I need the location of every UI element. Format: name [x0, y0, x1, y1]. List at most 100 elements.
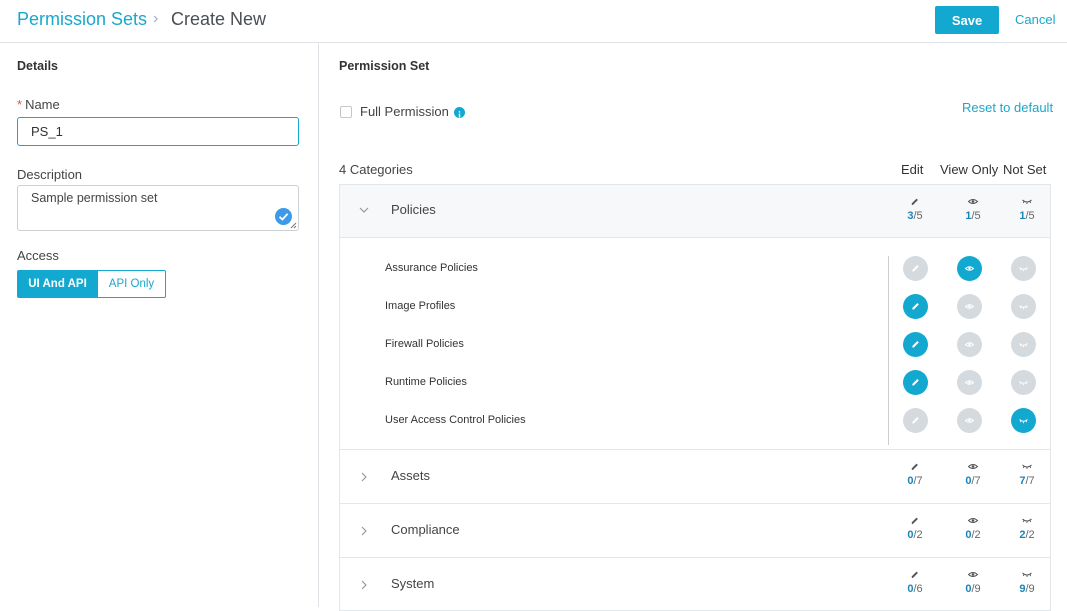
full-permission-checkbox[interactable] — [340, 106, 352, 118]
closed-eye-icon — [1019, 381, 1028, 386]
name-label-text: Name — [25, 97, 60, 112]
closed-eye-icon — [1019, 305, 1028, 310]
edit-toggle-firewall-policies[interactable] — [903, 332, 928, 357]
pencil-icon — [912, 379, 919, 386]
reset-to-default-link[interactable]: Reset to default — [962, 100, 1053, 115]
closed-eye-icon — [1022, 464, 1032, 469]
notset-toggle-user-access-control-policies[interactable] — [1011, 408, 1036, 433]
category-name: Compliance — [391, 522, 460, 537]
eye-icon — [964, 342, 975, 347]
chevron-right-icon — [361, 472, 367, 482]
item-runtime-policies: Runtime Policies — [385, 376, 467, 388]
edit-count: 0/6 — [895, 570, 935, 597]
category-name: Policies — [391, 202, 436, 217]
category-assets-row[interactable]: Assets 0/7 0/7 7/7 — [340, 450, 1050, 504]
eye-icon — [964, 380, 975, 385]
details-panel: Details *Name Description Sample permiss… — [0, 43, 319, 607]
edit-toggle-image-profiles[interactable] — [903, 294, 928, 319]
closed-eye-icon — [1022, 199, 1032, 204]
access-ui-and-api-button[interactable]: UI And API — [17, 270, 98, 298]
item-user-access-control-policies: User Access Control Policies — [385, 414, 526, 426]
view-count: 0/2 — [953, 516, 993, 543]
name-label: * Name — [17, 97, 60, 112]
access-label: Access — [17, 248, 59, 263]
column-view-only: View Only — [940, 162, 999, 177]
description-textarea[interactable]: Sample permission set — [17, 185, 299, 231]
category-name: System — [391, 576, 435, 591]
edit-toggle-user-access-control-policies[interactable] — [903, 408, 928, 433]
divider — [888, 256, 889, 445]
pencil-icon — [911, 198, 918, 205]
categories-list: Policies 3/5 1/5 1/5 Assurance Policies … — [339, 184, 1051, 611]
view-toggle-firewall-policies[interactable] — [957, 332, 982, 357]
chevron-right-icon — [361, 580, 367, 590]
edit-count: 0/7 — [895, 462, 935, 489]
item-firewall-policies: Firewall Policies — [385, 338, 464, 350]
view-toggle-image-profiles[interactable] — [957, 294, 982, 319]
category-policies-header[interactable]: Policies 3/5 1/5 1/5 — [340, 185, 1050, 238]
notset-count: 1/5 — [1007, 197, 1047, 224]
closed-eye-icon — [1022, 518, 1032, 523]
notset-count: 2/2 — [1007, 516, 1047, 543]
name-input[interactable] — [17, 117, 299, 146]
view-count: 0/7 — [953, 462, 993, 489]
view-toggle-runtime-policies[interactable] — [957, 370, 982, 395]
required-asterisk: * — [17, 97, 23, 112]
eye-icon — [967, 199, 979, 204]
pencil-icon — [912, 341, 919, 348]
notset-toggle-image-profiles[interactable] — [1011, 294, 1036, 319]
eye-icon — [967, 518, 979, 523]
view-toggle-assurance-policies[interactable] — [957, 256, 982, 281]
edit-toggle-runtime-policies[interactable] — [903, 370, 928, 395]
chevron-right-icon — [361, 526, 367, 536]
save-button[interactable]: Save — [935, 6, 999, 34]
notset-toggle-firewall-policies[interactable] — [1011, 332, 1036, 357]
eye-icon — [967, 572, 979, 577]
permission-set-title: Permission Set — [339, 59, 430, 73]
pencil-icon — [911, 463, 918, 470]
closed-eye-icon — [1019, 343, 1028, 348]
pencil-icon — [912, 265, 919, 272]
description-label: Description — [17, 167, 83, 182]
breadcrumb-chevron-icon: › — [153, 10, 159, 27]
edit-count: 3/5 — [895, 197, 935, 224]
item-image-profiles: Image Profiles — [385, 300, 456, 312]
breadcrumb-permission-sets[interactable]: Permission Sets — [17, 9, 147, 30]
notset-count: 7/7 — [1007, 462, 1047, 489]
column-edit: Edit — [901, 162, 924, 177]
eye-icon — [967, 464, 979, 469]
category-system-row[interactable]: System 0/6 0/9 9/9 — [340, 558, 1050, 610]
categories-count: 4 Categories — [339, 162, 413, 177]
resize-handle-icon[interactable] — [290, 222, 297, 229]
details-title: Details — [17, 59, 58, 73]
closed-eye-icon — [1022, 572, 1032, 577]
item-assurance-policies: Assurance Policies — [385, 262, 478, 274]
pencil-icon — [911, 517, 918, 524]
pencil-icon — [912, 303, 919, 310]
info-icon[interactable] — [454, 107, 465, 118]
view-count: 0/9 — [953, 570, 993, 597]
access-toggle: UI And API API Only — [17, 270, 166, 298]
category-compliance-row[interactable]: Compliance 0/2 0/2 2/2 — [340, 504, 1050, 558]
pencil-icon — [912, 417, 919, 424]
edit-count: 0/2 — [895, 516, 935, 543]
eye-icon — [964, 304, 975, 309]
notset-toggle-runtime-policies[interactable] — [1011, 370, 1036, 395]
access-api-only-button[interactable]: API Only — [98, 270, 166, 298]
notset-toggle-assurance-policies[interactable] — [1011, 256, 1036, 281]
column-not-set: Not Set — [1003, 162, 1047, 177]
full-permission-label: Full Permission — [360, 104, 449, 119]
view-count: 1/5 — [953, 197, 993, 224]
closed-eye-icon — [1019, 267, 1028, 272]
notset-count: 9/9 — [1007, 570, 1047, 597]
chevron-down-icon — [359, 207, 369, 213]
top-bar: Permission Sets › Create New Save Cancel — [0, 0, 1067, 43]
permission-set-panel: Permission Set Full Permission Reset to … — [320, 43, 1067, 611]
policies-items: Assurance Policies Image Profiles Firewa… — [340, 238, 1050, 450]
page-title: Create New — [171, 9, 267, 29]
cancel-link[interactable]: Cancel — [1015, 12, 1055, 27]
edit-toggle-assurance-policies[interactable] — [903, 256, 928, 281]
eye-icon — [964, 418, 975, 423]
eye-icon — [964, 266, 975, 271]
view-toggle-user-access-control-policies[interactable] — [957, 408, 982, 433]
